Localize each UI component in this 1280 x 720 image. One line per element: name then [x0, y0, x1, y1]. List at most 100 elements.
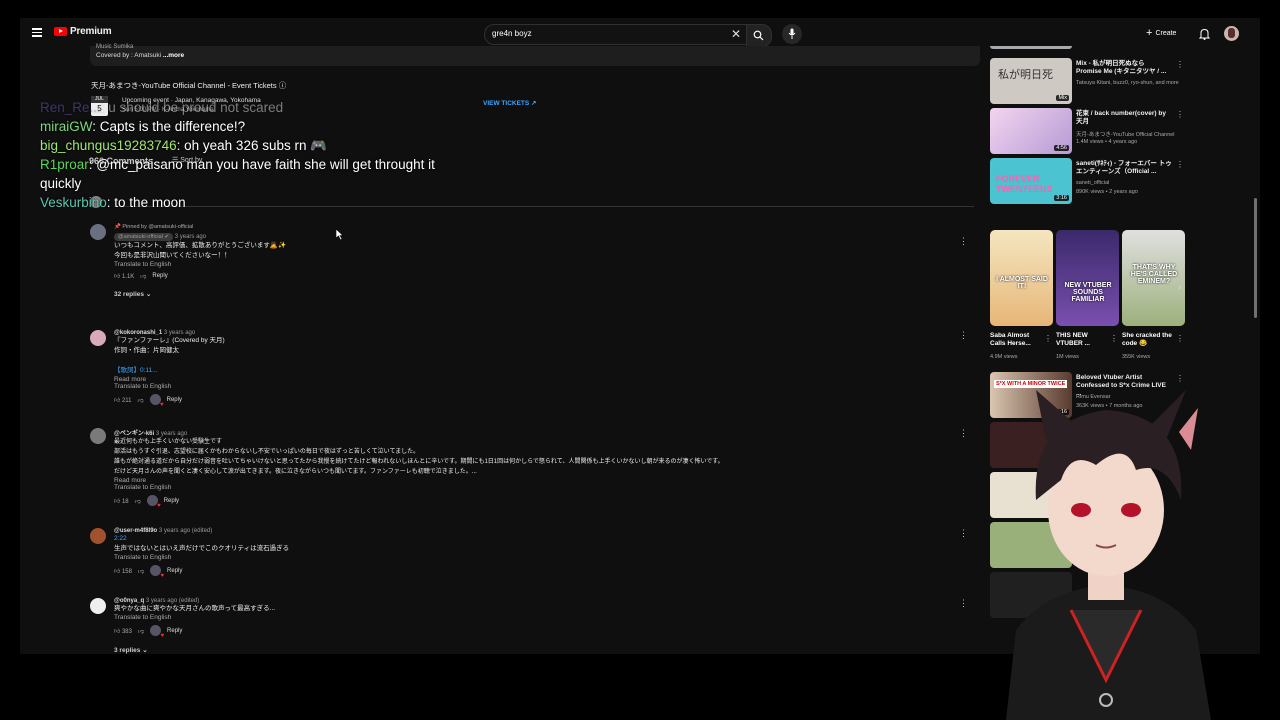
info-icon[interactable]: ⓘ — [279, 81, 287, 90]
comment-line: だけど天月さんの声を聞くと凄く安心して涙が出てきます。夜に泣きながらいつも聞いて… — [114, 469, 477, 475]
short-views: 1M views — [1056, 354, 1079, 360]
like-button[interactable]: 👍︎ 158 — [114, 567, 132, 575]
commenter-avatar[interactable] — [90, 528, 106, 544]
view-tickets-link[interactable]: VIEW TICKETS ↗ — [483, 99, 537, 107]
notifications-button[interactable] — [1198, 27, 1211, 45]
view-replies-button[interactable]: 3 replies ⌄ — [114, 646, 914, 654]
dislike-button[interactable]: 👎︎ — [140, 272, 146, 280]
search-button[interactable] — [746, 24, 772, 47]
previous-thumbnail-edge[interactable] — [990, 46, 1072, 49]
translate-link[interactable]: Translate to English — [114, 383, 914, 390]
reply-button[interactable]: Reply — [167, 568, 182, 574]
like-count: 158 — [121, 568, 132, 575]
short-menu-icon[interactable]: ⋮ — [1110, 334, 1118, 343]
menu-icon[interactable] — [32, 28, 42, 37]
short-title[interactable]: THIS NEW VTUBER ... — [1056, 332, 1108, 348]
account-avatar[interactable] — [1224, 26, 1239, 41]
video-title[interactable]: 花束 / back number(cover) by 天月 — [1076, 110, 1172, 126]
view-replies-button[interactable]: 32 replies ⌄ — [114, 290, 914, 298]
logo-text: Premium — [70, 26, 112, 37]
video-menu-icon[interactable]: ⋮ — [1176, 110, 1184, 119]
reply-button[interactable]: Reply — [167, 397, 182, 403]
short-menu-icon[interactable]: ⋮ — [1176, 334, 1184, 343]
short-thumbnail[interactable]: I ALMOST SAID IT! — [990, 230, 1053, 326]
video-menu-icon[interactable]: ⋮ — [1176, 60, 1184, 69]
comment-line: 最近何もかも上手くいかない受験生です — [114, 439, 223, 445]
short-thumbnail[interactable]: NEW VTUBER SOUNDS FAMILIAR — [1056, 230, 1119, 326]
short-title[interactable]: She cracked the code 😂 — [1122, 332, 1174, 348]
translate-link[interactable]: Translate to English — [114, 614, 914, 621]
comment-time[interactable]: 3 years ago — [175, 234, 206, 240]
video-channel[interactable]: saneti_official — [1076, 180, 1109, 186]
video-title[interactable]: saneti(ｻﾈﾃｨ) - フォーエバー トゥエンティーンズ（Official… — [1076, 160, 1172, 176]
like-button[interactable]: 👍︎ 383 — [114, 627, 132, 635]
commenter-avatar[interactable] — [90, 224, 106, 240]
voice-search-button[interactable] — [782, 24, 802, 44]
dislike-button[interactable]: 👎︎ — [138, 567, 144, 575]
more-link[interactable]: ...more — [163, 52, 184, 59]
comment-actions: 👍︎ 1.1K 👎︎ Reply — [114, 272, 914, 280]
read-more-link[interactable]: Read more — [114, 477, 914, 484]
dislike-button[interactable]: 👎︎ — [138, 627, 144, 635]
video-thumbnail[interactable]: FOREVER TWENTEENS 3:16 — [990, 158, 1072, 204]
read-more-link[interactable]: Read more — [114, 376, 914, 383]
comment-timestamp-link[interactable]: 2:22 — [114, 534, 914, 544]
shorts-next-arrow-icon[interactable]: › — [1178, 282, 1181, 292]
chat-message: R1proar: @mc_paisano man you have faith … — [40, 155, 460, 193]
short-caption: I ALMOST SAID IT! — [996, 276, 1048, 290]
comment-text: 爽やかな曲に爽やかな天月さんの歌声って最高すぎる... — [114, 604, 914, 614]
like-button[interactable]: 👍︎ 211 — [114, 396, 132, 404]
comment-menu-icon[interactable]: ⋮ — [959, 598, 968, 609]
video-channel[interactable]: 天月-あまつき-YouTube Official Channel — [1076, 130, 1175, 138]
short-title[interactable]: Saba Almost Calls Herse... — [990, 332, 1042, 348]
comment-actions: 👍︎ 211 👎︎ Reply — [114, 394, 914, 408]
commenter-avatar[interactable] — [90, 598, 106, 614]
create-label: Create — [1155, 29, 1177, 37]
recommended-video[interactable]: 私が明日死 Mix Mix - 私が明日死ぬなら Promise Me (キタニタ… — [990, 58, 1184, 104]
comment-text: いつもコメント、高評価、拡散ありがとうございます🙇✨ 今回も是非沢山聞いてください… — [114, 241, 914, 261]
comment-time[interactable]: 3 years ago (edited) — [159, 528, 212, 534]
dislike-button[interactable]: 👎︎ — [135, 497, 141, 505]
video-channel[interactable]: Tatsuya Kitani, buzz0, ryo-shun, and mor… — [1076, 80, 1179, 86]
create-button[interactable]: + Create — [1146, 27, 1176, 39]
video-menu-icon[interactable]: ⋮ — [1176, 160, 1184, 169]
translate-link[interactable]: Translate to English — [114, 484, 914, 491]
comment-menu-icon[interactable]: ⋮ — [959, 236, 968, 247]
like-count: 383 — [121, 628, 132, 635]
search-value: gre4n boyz — [492, 29, 532, 38]
clear-icon[interactable]: ✕ — [731, 27, 741, 41]
comment-line: 生声ではないとはいえ声だけでこのクオリティは流石過ぎる — [114, 545, 290, 552]
reply-button[interactable]: Reply — [167, 628, 182, 634]
like-button[interactable]: 👍︎ 18 — [114, 497, 129, 505]
youtube-logo[interactable]: Premium — [54, 26, 112, 37]
chat-username: R1proar — [40, 157, 89, 172]
video-title[interactable]: Mix - 私が明日死ぬなら Promise Me (キタニタツヤ / ... — [1076, 60, 1172, 76]
video-thumbnail[interactable]: 4:56 — [990, 108, 1072, 154]
commenter-avatar[interactable] — [90, 330, 106, 346]
comment-line: 部活はもうすぐ引退、志望校に届くかもわからないし不安でいっぱいの毎日で夜はずっと… — [114, 449, 420, 455]
comment-timestamp-link[interactable]: 【歌詞】0:11... — [114, 366, 914, 376]
comment-menu-icon[interactable]: ⋮ — [959, 330, 968, 341]
search-input[interactable]: gre4n boyz ✕ — [484, 24, 748, 45]
video-meta: 1.4M views • 4 years ago — [1076, 139, 1138, 145]
dislike-button[interactable]: 👎︎ — [138, 396, 144, 404]
translate-link[interactable]: Translate to English — [114, 554, 914, 561]
commenter-avatar[interactable] — [90, 428, 106, 444]
like-button[interactable]: 👍︎ 1.1K — [114, 272, 134, 280]
reply-button[interactable]: Reply — [164, 498, 179, 504]
owner-badge[interactable]: @amatsuki-official ✔ — [114, 233, 174, 241]
recommended-video[interactable]: FOREVER TWENTEENS 3:16 saneti(ｻﾈﾃｨ) - フォー… — [990, 158, 1184, 204]
short-thumbnail[interactable]: THAT'S WHY HE'S CALLED EMINEM? — [1122, 230, 1185, 326]
short-menu-icon[interactable]: ⋮ — [1044, 334, 1052, 343]
comment-menu-icon[interactable]: ⋮ — [959, 428, 968, 439]
video-duration: 3:16 — [1054, 195, 1069, 201]
reply-button[interactable]: Reply — [152, 273, 167, 279]
page-scrollbar[interactable] — [1254, 198, 1257, 318]
recommended-video[interactable]: 4:56 花束 / back number(cover) by 天月 天月-あま… — [990, 108, 1184, 154]
comment-menu-icon[interactable]: ⋮ — [959, 528, 968, 539]
translate-link[interactable]: Translate to English — [114, 261, 914, 268]
video-thumbnail[interactable]: 私が明日死 Mix — [990, 58, 1072, 104]
vtuber-avatar — [1006, 390, 1211, 720]
video-description[interactable]: Music Sumika Covered by : Amatsuki ...mo… — [90, 44, 980, 66]
chat-text: : @mc_paisano man you have faith she wil… — [40, 157, 435, 191]
